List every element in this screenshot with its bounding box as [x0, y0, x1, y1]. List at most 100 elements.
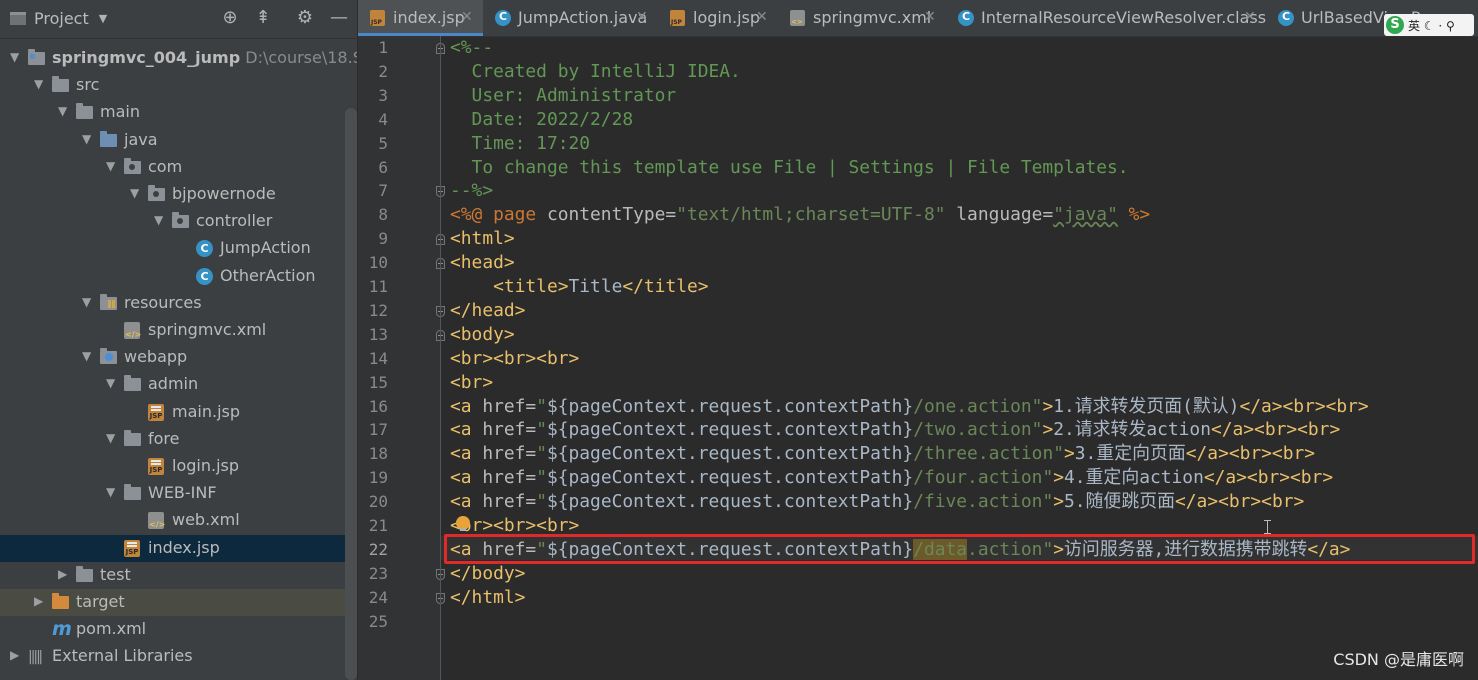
sogou-logo-icon: S — [1386, 16, 1404, 34]
code-token: <br><br><br> — [450, 347, 580, 369]
project-scrollbar[interactable] — [345, 108, 357, 680]
code-token: Date: 2022/2/28 — [450, 108, 634, 130]
gear-icon[interactable]: ⚙ — [293, 7, 317, 28]
collapse-arrow-icon[interactable]: ▶ — [58, 567, 67, 581]
tree-item[interactable]: ▶ |||‖ External Libraries — [0, 643, 357, 670]
tree-item[interactable]: ▼ src — [0, 72, 357, 99]
line-number: 18 — [368, 444, 388, 464]
tree-item-label: OtherAction — [220, 266, 316, 285]
expand-arrow-icon[interactable]: ▼ — [106, 431, 115, 445]
tree-item[interactable]: ▼ java — [0, 127, 357, 154]
line-number: 19 — [368, 468, 388, 488]
code-token: 2.请求转发action — [1053, 419, 1211, 441]
close-icon[interactable]: ✕ — [636, 9, 648, 25]
collapse-arrow-icon[interactable]: ▶ — [34, 594, 43, 608]
code-token: page — [493, 204, 547, 226]
editor-tab[interactable]: InternalResourceViewResolver.class✕ — [946, 0, 1266, 36]
code-line[interactable]: <title>Title</title> — [450, 275, 708, 299]
tab-label: JumpAction.java — [518, 8, 648, 27]
tree-item[interactable]: C JumpAction — [0, 235, 357, 262]
code-line[interactable]: <a href="${pageContext.request.contextPa… — [450, 418, 1340, 442]
code-line[interactable]: <a href="${pageContext.request.contextPa… — [450, 442, 1315, 466]
code-line[interactable]: <br> — [450, 371, 493, 395]
code-line[interactable]: User: Administrator — [450, 84, 677, 108]
tree-item-label: target — [76, 592, 125, 611]
code-line[interactable]: Date: 2022/2/28 — [450, 108, 634, 132]
expand-arrow-icon[interactable]: ▼ — [106, 485, 115, 499]
expand-arrow-icon[interactable]: ▼ — [10, 50, 19, 64]
tree-item[interactable]: web.xml — [0, 507, 357, 534]
editor-tab[interactable]: JumpAction.java✕ — [483, 0, 658, 36]
expand-arrow-icon[interactable]: ▼ — [130, 186, 139, 200]
code-line[interactable]: --%> — [450, 179, 493, 203]
tree-item[interactable]: ▼ bjpowernode — [0, 181, 357, 208]
code-line[interactable]: <br><br><br> — [450, 347, 579, 371]
editor-tab[interactable]: index.jsp✕ — [358, 0, 483, 36]
expand-arrow-icon[interactable]: ▼ — [106, 159, 115, 173]
close-icon[interactable]: ✕ — [756, 9, 768, 25]
expand-arrow-icon[interactable]: ▼ — [154, 213, 163, 227]
expand-arrow-icon[interactable]: ▼ — [82, 295, 91, 309]
code-line[interactable]: <a href="${pageContext.request.contextPa… — [450, 395, 1369, 419]
code-line[interactable]: <br><br><br> — [450, 514, 579, 538]
line-number: 15 — [368, 372, 388, 392]
tree-item-text: index.jsp — [148, 537, 220, 557]
line-number: 20 — [368, 492, 388, 512]
tree-item[interactable]: JSP index.jsp — [0, 534, 357, 562]
code-token: --%> — [450, 180, 494, 202]
project-view-selector[interactable]: Project ▼ — [10, 9, 107, 28]
tree-item[interactable]: JSP login.jsp — [0, 453, 357, 480]
code-line[interactable]: <a href="${pageContext.request.contextPa… — [450, 538, 1350, 562]
tree-item[interactable]: m pom.xml — [0, 616, 357, 643]
minimize-icon[interactable]: — — [327, 7, 351, 28]
tree-item[interactable]: ▶ test — [0, 562, 357, 589]
tree-item[interactable]: ▼ main — [0, 99, 357, 126]
tree-item[interactable]: ▼ com — [0, 154, 357, 181]
expand-arrow-icon[interactable]: ▼ — [106, 376, 115, 390]
close-icon[interactable]: ✕ — [924, 9, 936, 25]
code-line[interactable]: <html> — [450, 227, 515, 251]
tree-item[interactable]: ▶ target — [0, 589, 357, 616]
ime-indicator[interactable]: S 英 ☾ · ⚲ — [1384, 14, 1474, 36]
code-line[interactable]: <a href="${pageContext.request.contextPa… — [450, 490, 1304, 514]
code-line[interactable]: <head> — [450, 251, 515, 275]
collapse-arrow-icon[interactable]: ▶ — [10, 648, 19, 662]
tree-item-label: webapp — [124, 347, 187, 366]
target-icon[interactable]: ⊕ — [218, 7, 242, 28]
code-line[interactable]: Time: 17:20 — [450, 132, 591, 156]
code-line[interactable]: <%@ page contentType="text/html;charset=… — [450, 203, 1150, 227]
tree-item[interactable]: ▼ fore — [0, 426, 357, 453]
close-icon[interactable]: ✕ — [1244, 9, 1256, 25]
line-number: 24 — [368, 587, 388, 607]
collapse-all-icon[interactable]: ⇞ — [251, 7, 275, 28]
code-line[interactable]: To change this template use File | Setti… — [450, 156, 1129, 180]
tree-item[interactable]: JSP main.jsp — [0, 399, 357, 426]
expand-arrow-icon[interactable]: ▼ — [34, 77, 43, 91]
line-number: 11 — [368, 277, 388, 296]
jsp-file-icon — [670, 10, 685, 26]
gutter-divider — [440, 36, 441, 680]
code-line[interactable]: <%-- — [450, 36, 493, 60]
code-line[interactable]: </head> — [450, 299, 525, 323]
code-line[interactable]: <a href="${pageContext.request.contextPa… — [450, 466, 1333, 490]
expand-arrow-icon[interactable]: ▼ — [82, 132, 91, 146]
jsp-file-icon: JSP — [148, 403, 164, 421]
expand-arrow-icon[interactable]: ▼ — [82, 349, 91, 363]
code-line[interactable]: <body> — [450, 323, 515, 347]
code-line[interactable]: </body> — [450, 562, 525, 586]
tree-item[interactable]: ▼ webapp — [0, 344, 357, 371]
tree-item[interactable]: ▼ WEB-INF — [0, 480, 357, 507]
lightbulb-icon[interactable] — [456, 516, 470, 531]
close-icon[interactable]: ✕ — [461, 9, 473, 25]
tree-item[interactable]: ▼ controller — [0, 208, 357, 235]
tree-item[interactable]: ▼ springmvc_004_jump D:\course\18.Sprin — [0, 45, 357, 72]
code-line[interactable]: Created by IntelliJ IDEA. — [450, 60, 741, 84]
editor-tab[interactable]: login.jsp✕ — [658, 0, 778, 36]
tree-item[interactable]: C OtherAction — [0, 263, 357, 290]
code-line[interactable]: </html> — [450, 586, 525, 610]
tree-item[interactable]: ▼ resources — [0, 290, 357, 317]
editor-tab[interactable]: springmvc.xml✕ — [778, 0, 946, 36]
tree-item[interactable]: ▼ admin — [0, 371, 357, 398]
expand-arrow-icon[interactable]: ▼ — [58, 104, 67, 118]
tree-item[interactable]: springmvc.xml — [0, 317, 357, 344]
